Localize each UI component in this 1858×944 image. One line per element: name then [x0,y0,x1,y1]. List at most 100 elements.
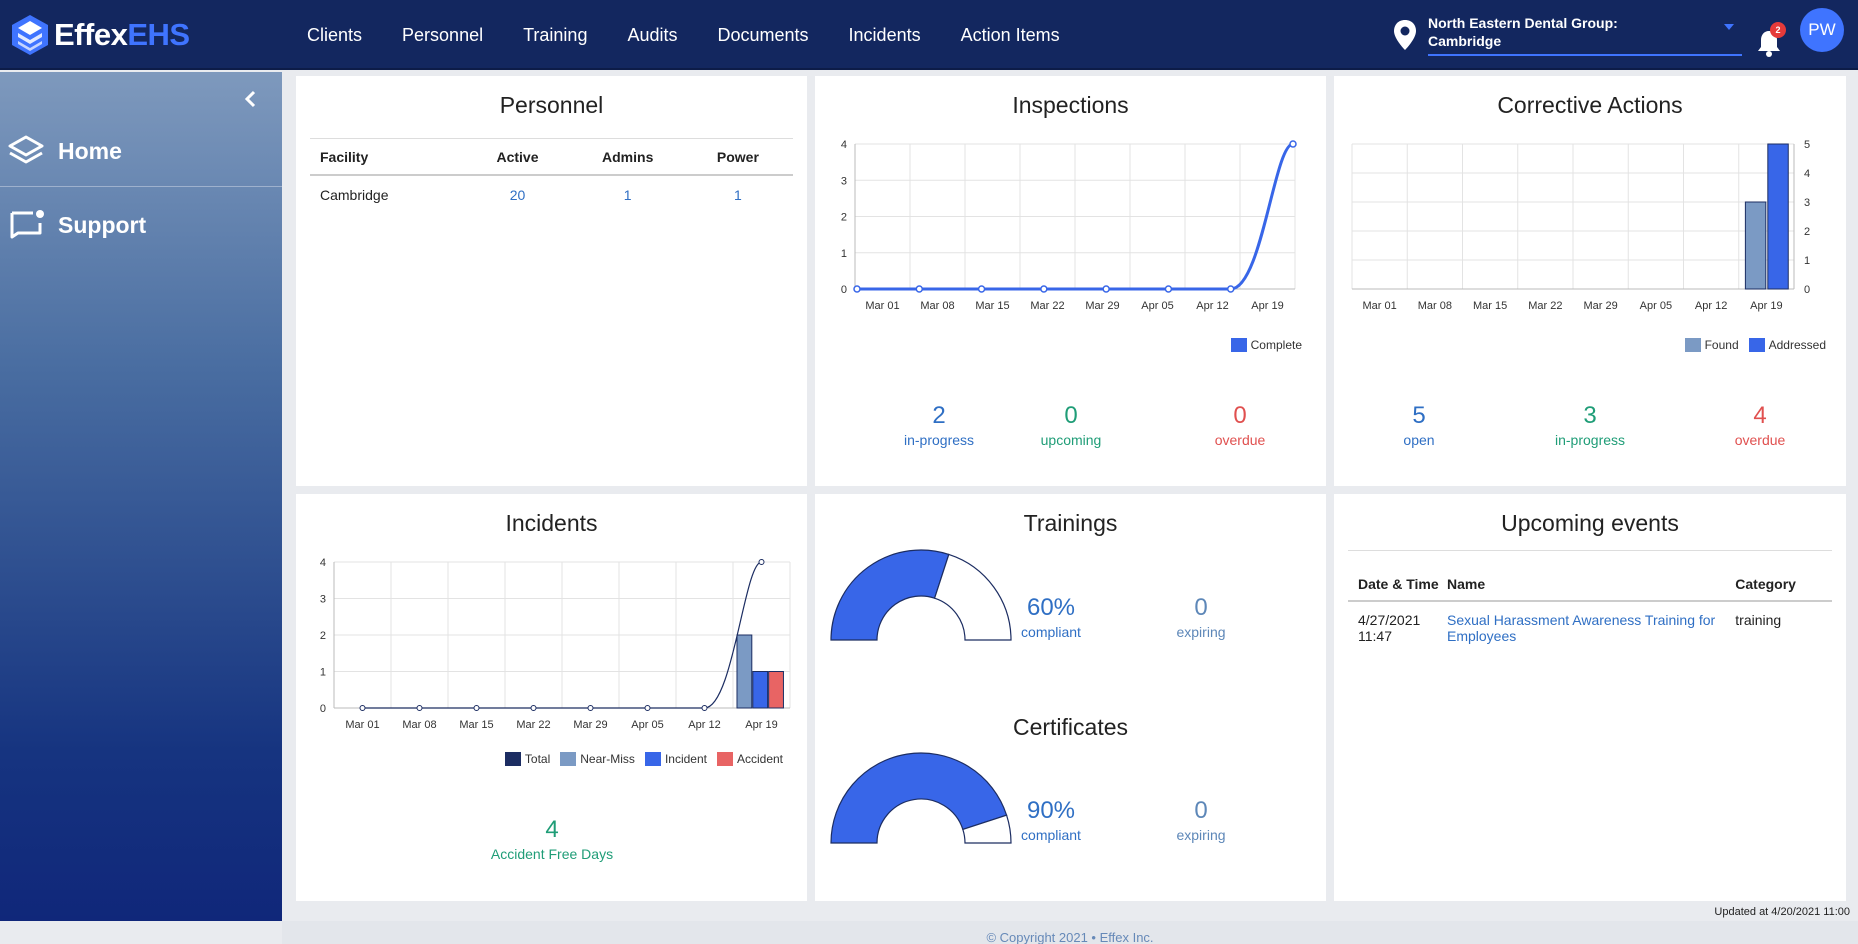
trainings-compliant[interactable]: 60% compliant [981,594,1121,640]
x-tick-label: Mar 15 [975,300,1009,312]
chat-icon [6,205,46,245]
bar-found [1745,202,1765,289]
data-point [1041,286,1047,292]
inspections-chart: 01234Mar 01Mar 08Mar 15Mar 22Mar 29Apr 0… [815,116,1326,416]
x-tick-label: Mar 08 [402,719,436,731]
stat-overdue[interactable]: 4 overdue [1690,402,1830,448]
nav-incidents[interactable]: Incidents [849,25,921,46]
stat-in-progress[interactable]: 2 in-progress [869,402,1009,448]
table-row: Cambridge 20 1 1 [310,176,793,214]
card-title: Incidents [296,510,807,537]
table-header: Facility Active Admins Power [310,138,793,176]
legend-swatch [1685,338,1701,352]
corrective-actions-card: Corrective Actions 012345Mar 01Mar 08Mar… [1334,76,1846,486]
notification-count-badge: 2 [1770,22,1786,38]
x-tick-label: Mar 01 [345,719,379,731]
chart-legend: Complete [1221,338,1302,352]
data-point [531,706,536,711]
table-header: Date & Time Name Category [1348,550,1832,602]
layers-icon [6,132,46,172]
y-tick-label: 2 [1804,226,1810,238]
event-category: training [1735,612,1832,644]
chart-legend: Found Addressed [1675,338,1826,352]
legend-label: Near-Miss [580,752,635,766]
stat-label: overdue [1690,432,1830,448]
chart-legend: Total Near-Miss Incident Accident [495,752,783,766]
active-count-link[interactable]: 20 [462,187,572,203]
card-subtitle: Certificates [815,714,1326,741]
x-tick-label: Mar 15 [1473,300,1507,312]
data-point [1103,286,1109,292]
location-select[interactable]: North Eastern Dental Group: Cambridge [1390,14,1742,56]
stat-open[interactable]: 5 open [1349,402,1489,448]
y-tick-label: 4 [320,557,326,569]
legend-swatch [505,752,521,766]
stat-in-progress[interactable]: 3 in-progress [1520,402,1660,448]
location-org: North Eastern Dental Group: [1428,14,1618,32]
nav-audits[interactable]: Audits [627,25,677,46]
user-avatar[interactable]: PW [1800,8,1844,52]
nav-training[interactable]: Training [523,25,587,46]
trainings-card: Trainings 60% compliant 0 expiring Certi… [815,494,1326,901]
notifications-button[interactable]: 2 [1756,22,1786,54]
legend-swatch [1231,338,1247,352]
nav-action-items[interactable]: Action Items [961,25,1060,46]
legend-swatch [645,752,661,766]
legend-label: Addressed [1769,338,1826,352]
data-point [1290,141,1296,147]
main-nav: Clients Personnel Training Audits Docume… [307,0,1100,70]
x-tick-label: Apr 12 [688,719,720,731]
stat-overdue[interactable]: 0 overdue [1170,402,1310,448]
x-tick-label: Apr 05 [1640,300,1672,312]
certificates-expiring[interactable]: 0 expiring [1131,797,1271,843]
stat-value: 0 [1131,797,1271,825]
stat-value: 2 [869,402,1009,430]
admins-count-link[interactable]: 1 [573,187,683,203]
certificates-compliant[interactable]: 90% compliant [981,797,1121,843]
gauge-filled-arc [831,550,949,640]
chevron-left-icon[interactable] [240,88,262,110]
power-count-link[interactable]: 1 [683,187,793,203]
legend-swatch [717,752,733,766]
y-tick-label: 0 [1804,284,1810,296]
column-header: Admins [573,149,683,165]
data-point [759,560,764,565]
map-pin-icon [1390,18,1420,52]
sidebar: Home Support [0,72,282,921]
legend-label: Complete [1251,338,1302,352]
x-tick-label: Mar 22 [1528,300,1562,312]
card-title: Inspections [815,92,1326,119]
data-point [979,286,985,292]
y-tick-label: 1 [320,667,326,679]
trainings-expiring[interactable]: 0 expiring [1131,594,1271,640]
incidents-card: Incidents 01234Mar 01Mar 08Mar 15Mar 22M… [296,494,807,901]
personnel-card: Personnel Facility Active Admins Power C… [296,76,807,486]
x-tick-label: Apr 12 [1196,300,1228,312]
nav-personnel[interactable]: Personnel [402,25,483,46]
stat-value: 0 [1131,594,1271,622]
select-underline [1428,54,1742,56]
x-tick-label: Mar 08 [1418,300,1452,312]
y-tick-label: 3 [841,175,847,187]
x-tick-label: Apr 19 [745,719,777,731]
nav-clients[interactable]: Clients [307,25,362,46]
updated-timestamp: Updated at 4/20/2021 11:00 [1660,906,1850,918]
nav-documents[interactable]: Documents [718,25,809,46]
upcoming-events-card: Upcoming events Date & Time Name Categor… [1334,494,1846,901]
effex-logo[interactable]: EffexEHS [10,12,190,58]
sidebar-item-support[interactable]: Support [0,190,282,260]
bar-accident [769,672,784,709]
x-tick-label: Apr 12 [1695,300,1727,312]
stat-value: 90% [981,797,1121,825]
column-header: Active [462,149,572,165]
data-point [417,706,422,711]
card-title: Trainings [815,510,1326,537]
stat-value: 0 [1001,402,1141,430]
stat-upcoming[interactable]: 0 upcoming [1001,402,1141,448]
x-tick-label: Apr 05 [1141,300,1173,312]
column-header: Power [683,149,793,165]
y-tick-label: 3 [1804,197,1810,209]
sidebar-item-home[interactable]: Home [0,117,282,187]
legend-label: Found [1705,338,1739,352]
event-name-link[interactable]: Sexual Harassment Awareness Training for… [1447,612,1735,644]
